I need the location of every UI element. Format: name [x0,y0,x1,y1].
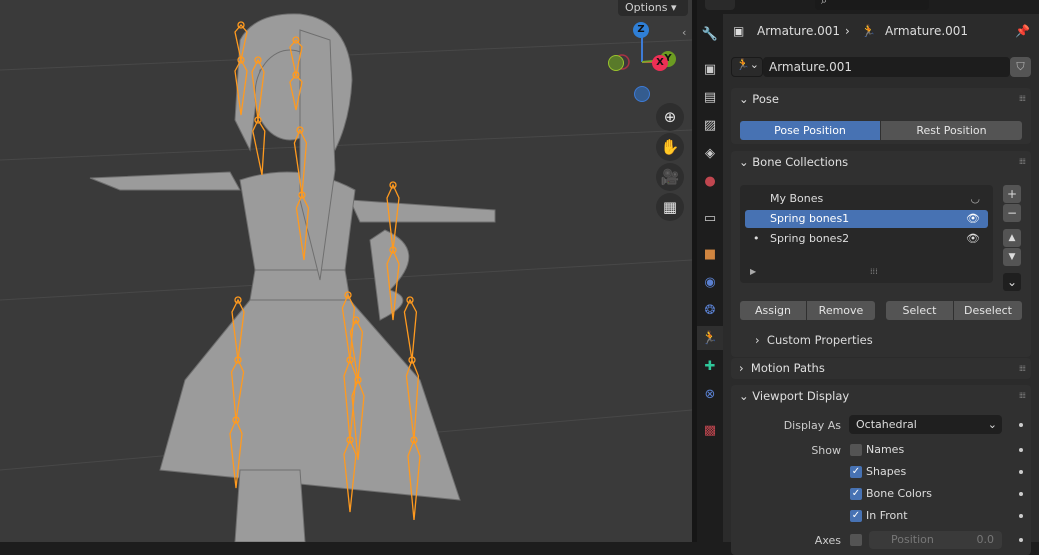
drag-grip-icon[interactable]: ⁞⁞⁞⁞ [1019,94,1026,103]
breadcrumb-data: Armature.001 [885,24,969,38]
keyframe-dot-icon[interactable] [1019,514,1023,518]
view-layer-tab-icon[interactable]: ▨ [697,113,723,137]
keyframe-dot-icon[interactable] [1019,470,1023,474]
gizmo-neg-y-axis[interactable] [608,55,624,71]
active-dot-icon: • [753,232,760,245]
bone-constraints-tab-icon[interactable]: ⊗ [697,382,723,406]
object-tab-icon[interactable]: ■ [697,242,723,266]
gizmo-z-axis[interactable]: Z [633,22,649,38]
render-tab-icon[interactable]: ▣ [697,57,723,81]
armature-data-tab-icon[interactable]: 🏃 [697,326,723,350]
pose-position-button[interactable]: Pose Position [740,121,880,140]
search-icon[interactable]: ⌕ [815,0,929,10]
gizmo-neg-z-axis[interactable] [634,86,650,102]
bone [252,118,266,176]
pose-panel: ⌄ Pose ⁞⁞⁞⁞ Pose Position Rest Position [731,88,1031,144]
list-item[interactable]: Spring bones1 👁 [745,210,988,228]
show-label: Show [811,444,841,457]
properties-editor: ▣ Armature.001 › 🏃 Armature.001 📌 🏃⌄ Arm… [723,14,1039,555]
axes-position-field[interactable]: Position 0.0 [869,531,1002,549]
axes-label: Axes [814,534,841,547]
shapes-label: Shapes [866,465,907,478]
armature-icon: 🏃 [861,24,876,38]
eye-icon: 👁 [966,212,980,225]
list-resize-grip-icon[interactable]: ⁞⁞⁞ [870,267,878,276]
camera-icon[interactable]: 🎥 [656,163,684,191]
armature-name-field[interactable]: Armature.001 [763,57,1010,77]
viewport-display-panel: ⌄ Viewport Display ⁞⁞⁞⁞ Display As Octah… [731,385,1031,555]
3d-viewport[interactable]: Options ▾ ‹ Z Y X ⊕ ✋ 🎥 ▦ [0,0,692,542]
gizmo-x-axis[interactable]: X [652,55,668,71]
motion-paths-panel[interactable]: › Motion Paths ⁞⁞⁞⁞ [731,358,1031,379]
output-tab-icon[interactable]: ▤ [697,85,723,109]
list-item[interactable]: My Bones ◡ [745,190,988,208]
properties-tabs: 🔧 ▣ ▤ ▨ ◈ ● ▭ ■ ◉ ❂ 🏃 ✚ ⊗ ▩ [697,14,723,542]
pin-icon[interactable]: 📌 [1015,24,1030,40]
texture-tab-icon[interactable]: ▩ [697,418,723,442]
assign-button[interactable]: Assign [740,301,806,320]
keyframe-dot-icon[interactable] [1019,538,1023,542]
properties-header: ⌕ [697,0,1039,14]
hidden-eye-icon: ◡ [970,192,980,205]
keyframe-dot-icon[interactable] [1019,492,1023,496]
select-button[interactable]: Select [886,301,953,320]
breadcrumb-object: Armature.001 [757,24,841,38]
physics-tab-icon[interactable]: ◉ [697,270,723,294]
move-down-button[interactable]: ▼ [1003,248,1021,266]
display-as-dropdown[interactable]: Octahedral ⌄ [849,415,1002,434]
object-icon: ▣ [733,24,745,38]
bone-collections-panel: ⌄ Bone Collections ⁞⁞⁞⁞ My Bones ◡ Spring… [731,151,1031,357]
display-as-label: Display As [783,419,841,432]
shapes-checkbox[interactable]: ✓ [850,466,862,478]
constraints-tab-icon[interactable]: ❂ [697,298,723,322]
move-up-button[interactable]: ▲ [1003,229,1021,247]
specials-menu-button[interactable]: ⌄ [1003,273,1021,291]
keyframe-dot-icon[interactable] [1019,448,1023,452]
drag-grip-icon[interactable]: ⁞⁞⁞⁞ [1019,157,1026,166]
breadcrumb-separator-icon: › [845,24,850,38]
editor-type-dropdown[interactable] [705,0,735,10]
drag-grip-icon[interactable]: ⁞⁞⁞⁞ [1019,364,1026,373]
sidebar-toggle-icon[interactable]: ‹ [682,26,692,40]
world-tab-icon[interactable]: ● [697,169,723,193]
zoom-icon[interactable]: ⊕ [656,103,684,131]
deselect-button[interactable]: Deselect [954,301,1022,320]
fake-user-shield-icon[interactable]: ⛉ [1010,57,1031,77]
in-front-label: In Front [866,509,908,522]
eye-icon: 👁 [966,232,980,245]
filter-expand-icon[interactable]: ▶ [750,267,756,276]
scene-tab-icon[interactable]: ◈ [697,141,723,165]
drag-grip-icon[interactable]: ⁞⁞⁞⁞ [1019,391,1026,400]
pose-panel-header[interactable]: ⌄ Pose [739,92,779,106]
rest-position-button[interactable]: Rest Position [881,121,1022,140]
bone-collections-list[interactable]: My Bones ◡ Spring bones1 👁 • Spring bones2 👁… [740,185,993,283]
axes-checkbox[interactable] [850,534,862,546]
custom-properties-subpanel[interactable]: › Custom Properties [755,333,873,347]
bone-collections-header[interactable]: ⌄ Bone Collections [739,155,848,169]
viewport-display-header[interactable]: ⌄ Viewport Display [739,389,849,403]
names-label: Names [866,443,905,456]
grid-ortho-icon[interactable]: ▦ [656,193,684,221]
bone-colors-checkbox[interactable]: ✓ [850,488,862,500]
tool-tab-icon[interactable]: 🔧 [697,22,723,46]
add-collection-button[interactable]: + [1003,185,1021,203]
in-front-checkbox[interactable]: ✓ [850,510,862,522]
bone [403,298,418,361]
remove-collection-button[interactable]: − [1003,204,1021,222]
list-item[interactable]: • Spring bones2 👁 [745,230,988,248]
bone-tab-icon[interactable]: ✚ [697,354,723,378]
keyframe-dot-icon[interactable] [1019,423,1023,427]
character-model [0,13,692,542]
bone-colors-label: Bone Colors [866,487,932,500]
options-dropdown[interactable]: Options ▾ [618,0,688,16]
armature-browse-button[interactable]: 🏃⌄ [731,57,763,77]
remove-button[interactable]: Remove [807,301,875,320]
names-checkbox[interactable] [850,444,862,456]
collection-tab-icon[interactable]: ▭ [697,206,723,230]
pan-hand-icon[interactable]: ✋ [656,133,684,161]
